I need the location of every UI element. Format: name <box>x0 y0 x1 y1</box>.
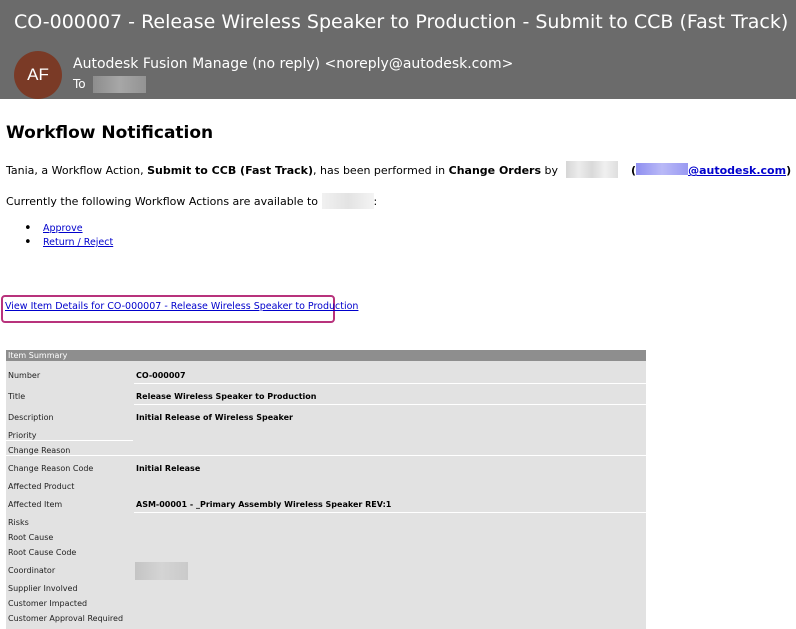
field-label: Customer Impacted <box>8 599 88 608</box>
performed-mid: , has been performed in <box>313 164 449 177</box>
field-label: Change Reason <box>8 446 71 455</box>
item-summary-header: Item Summary <box>6 350 646 361</box>
field-value: CO-000007 <box>136 371 186 380</box>
field-label: Risks <box>8 518 29 527</box>
view-item-details-link[interactable]: View Item Details for CO-000007 - Releas… <box>5 301 358 312</box>
field-label: Affected Product <box>8 482 75 491</box>
recipient-to-label: To <box>73 77 86 91</box>
field-value: ASM-00001 - _Primary Assembly Wireless S… <box>136 500 392 509</box>
field-label: Change Reason Code <box>8 464 94 473</box>
email-header: CO-000007 - Release Wireless Speaker to … <box>0 0 796 99</box>
field-label: Root Cause <box>8 533 54 542</box>
performed-action-text: Tania, a Workflow Action, Submit to CCB … <box>6 161 791 178</box>
performer-name-redacted <box>565 161 618 178</box>
field-value: Initial Release <box>136 464 201 473</box>
available-suffix: : <box>373 195 378 208</box>
field-value: Initial Release of Wireless Speaker <box>136 413 293 422</box>
field-label: Customer Approval Required <box>8 614 124 623</box>
field-value: Release Wireless Speaker to Production <box>136 392 317 401</box>
item-summary-table: Item Summary Number CO-000007 Title Releas… <box>6 350 646 629</box>
field-label: Number <box>8 371 41 380</box>
sender-avatar[interactable]: AF <box>14 51 62 99</box>
email-subject: CO-000007 - Release Wireless Speaker to … <box>14 11 789 33</box>
workflow-action-name: Submit to CCB (Fast Track) <box>147 164 314 177</box>
workflow-actions-list: Approve Return / Reject <box>24 222 113 250</box>
list-item: Approve <box>24 222 113 236</box>
notification-title: Workflow Notification <box>6 123 214 143</box>
field-label: Affected Item <box>8 500 63 509</box>
field-label: Description <box>8 413 54 422</box>
field-label: Coordinator <box>8 566 56 575</box>
list-item: Return / Reject <box>24 236 113 250</box>
field-label: Priority <box>8 431 37 440</box>
performed-by: by <box>541 164 559 177</box>
sender-name[interactable]: Autodesk Fusion Manage (no reply) <norep… <box>73 56 513 72</box>
recipient-redacted[interactable] <box>93 76 146 93</box>
field-label: Supplier Involved <box>8 584 78 593</box>
performed-prefix: Tania, a Workflow Action, <box>6 164 148 177</box>
field-label: Root Cause Code <box>8 548 77 557</box>
available-prefix: Currently the following Workflow Actions… <box>6 195 319 208</box>
performer-email-redacted <box>636 163 689 175</box>
return-reject-link[interactable]: Return / Reject <box>43 237 113 248</box>
field-label: Title <box>8 392 26 401</box>
available-actions-text: Currently the following Workflow Actions… <box>6 193 377 209</box>
recipient-name-redacted <box>321 193 374 209</box>
approve-link[interactable]: Approve <box>43 223 83 234</box>
workspace-name: Change Orders <box>448 164 542 177</box>
coordinator-redacted <box>135 562 188 580</box>
performer-email-link[interactable]: @autodesk.com <box>688 164 786 177</box>
